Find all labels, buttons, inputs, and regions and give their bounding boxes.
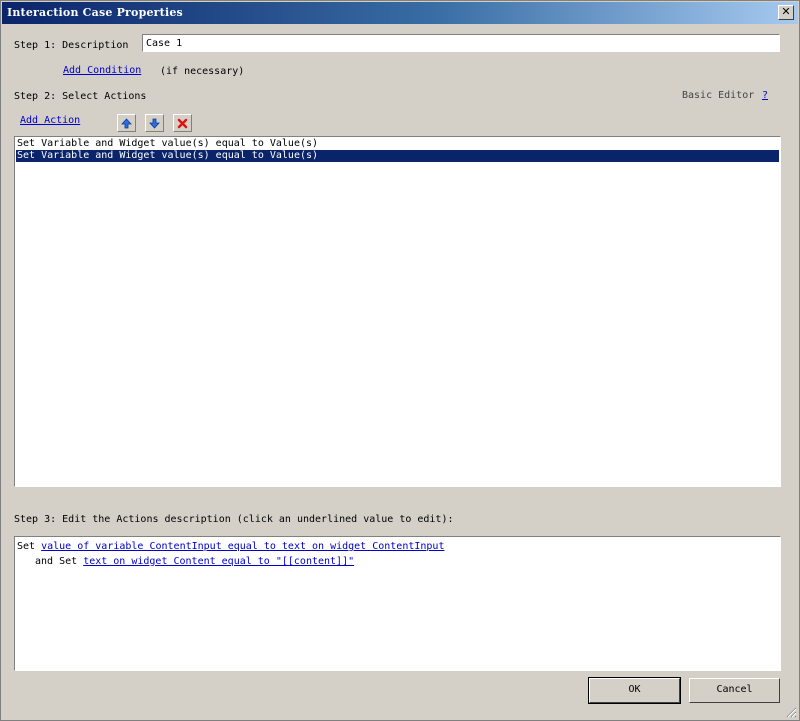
widget-text-link[interactable]: text on widget Content equal to "[[conte…	[83, 556, 354, 567]
line2-prefix: and Set	[35, 556, 78, 567]
action-list-item[interactable]: Set Variable and Widget value(s) equal t…	[16, 138, 779, 150]
description-line-1: Set value of variable ContentInput equal…	[17, 541, 444, 552]
basic-editor-label: Basic Editor	[682, 90, 755, 101]
add-condition-link[interactable]: Add Condition	[63, 65, 141, 76]
move-down-button[interactable]	[145, 114, 164, 132]
action-description-box: Set value of variable ContentInput equal…	[14, 536, 781, 671]
delete-icon	[177, 118, 188, 129]
interaction-case-dialog: Interaction Case Properties ✕ Step 1: De…	[0, 0, 800, 721]
delete-action-button[interactable]	[173, 114, 192, 132]
ok-button[interactable]: OK	[588, 677, 681, 704]
add-action-link[interactable]: Add Action	[20, 115, 80, 126]
resize-grip-icon[interactable]	[785, 706, 797, 718]
title-bar[interactable]: Interaction Case Properties ✕	[2, 2, 798, 24]
window-title: Interaction Case Properties	[7, 6, 183, 19]
arrow-up-icon	[121, 118, 132, 129]
condition-note: (if necessary)	[160, 66, 245, 77]
description-input[interactable]	[142, 34, 780, 52]
description-line-2: and Set text on widget Content equal to …	[35, 556, 354, 567]
action-list-item-selected[interactable]: Set Variable and Widget value(s) equal t…	[16, 150, 779, 162]
cancel-button[interactable]: Cancel	[689, 678, 780, 703]
help-link[interactable]: ?	[762, 90, 768, 101]
arrow-down-icon	[149, 118, 160, 129]
step1-label: Step 1: Description	[14, 40, 129, 51]
move-up-button[interactable]	[117, 114, 136, 132]
close-icon: ✕	[781, 5, 791, 18]
step2-label: Step 2: Select Actions	[14, 91, 147, 102]
step3-label: Step 3: Edit the Actions description (cl…	[14, 514, 454, 525]
line1-prefix: Set	[17, 541, 36, 552]
action-list[interactable]: Set Variable and Widget value(s) equal t…	[14, 136, 781, 487]
variable-value-link[interactable]: value of variable ContentInput equal to …	[41, 541, 444, 552]
close-button[interactable]: ✕	[778, 5, 794, 20]
